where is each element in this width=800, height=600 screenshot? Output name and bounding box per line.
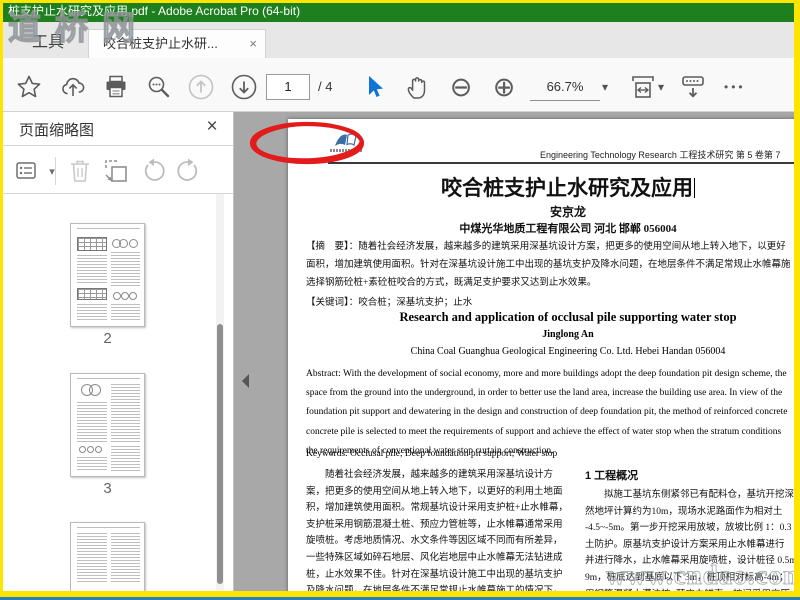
section-heading-1: 1 工程概况 (585, 470, 639, 482)
article-affiliation-en: China Coal Guanghua Geological Engineeri… (410, 346, 726, 357)
acrobat-window: 桩支护止水研究及应用.pdf - Adobe Acrobat Pro (64-b… (0, 0, 800, 600)
search-icon[interactable] (144, 72, 174, 102)
panel-collapse-icon[interactable] (237, 368, 252, 394)
article-author-en: Jinglong An (542, 329, 594, 340)
tab-document-label: 咬合桩支护止水研... (103, 36, 218, 51)
tab-bar: 工具 咬合桩支护止水研... × (0, 22, 800, 58)
keywords-cn: 【关键词】：咬合桩；深基坑支护；止水 (306, 298, 473, 308)
zoom-out-icon[interactable]: ⊖ (446, 72, 476, 102)
fit-dropdown-caret-icon[interactable]: ▾ (658, 74, 664, 101)
select-tool-cursor-icon[interactable] (360, 72, 390, 102)
main-toolbar: 1 / 4 ⊖ ⊕ 66.7% ▾ ▾ ••• (0, 58, 800, 165)
thumbnail-options-icon[interactable] (15, 158, 41, 184)
zoom-level-value[interactable]: 66.7% (530, 74, 600, 101)
journal-logo-caption (330, 149, 362, 152)
fit-width-icon[interactable] (628, 72, 658, 102)
article-affiliation: 中煤光华地质工程有限公司 河北 邯郸 056004 (459, 223, 677, 235)
abstract-en: Abstract: With the development of social… (306, 369, 788, 456)
panel-close-icon[interactable]: × (201, 116, 223, 138)
thumbnail-page-2-label: 2 (103, 330, 112, 347)
thumbnail-page-4[interactable] (70, 522, 145, 591)
panel-header: 页面缩略图 × (3, 112, 233, 146)
share-cloud-upload-icon[interactable] (58, 72, 88, 102)
article-author: 安京龙 (549, 205, 586, 219)
text-cursor (694, 178, 695, 198)
document-viewport: Engineering Technology Research 工程技术研究 第… (234, 112, 800, 591)
panel-toolbar: ▾ (3, 147, 233, 194)
tab-tools[interactable]: 工具 (12, 28, 84, 58)
thumbnail-list: 2 3 (3, 194, 233, 591)
body-column-left: 随着社会经济发展，越来越多的建筑采用深基坑设计方 案，把更多的使用空间从地上转入… (306, 470, 568, 591)
keywords-en: Keywords: Occlusal pile; Deep foundation… (306, 449, 558, 459)
zoom-dropdown-caret-icon[interactable]: ▾ (602, 74, 608, 101)
panel-title: 页面缩略图 (19, 122, 95, 139)
window-title: 桩支护止水研究及应用.pdf - Adobe Acrobat Pro (64-b… (8, 4, 301, 18)
next-page-icon[interactable] (229, 72, 259, 102)
header-rule (328, 162, 800, 164)
delete-pages-trash-icon (67, 158, 93, 184)
sidebar-scrollbar-thumb[interactable] (217, 324, 223, 584)
thumbnail-page-3[interactable] (70, 373, 145, 477)
journal-header: Engineering Technology Research 工程技术研究 第… (540, 150, 781, 160)
hand-tool-icon[interactable] (402, 72, 432, 102)
collapse-toolbar-icon[interactable] (678, 72, 708, 102)
thumbnail-page-2[interactable] (70, 223, 145, 327)
journal-logo-icon (335, 133, 357, 147)
article-title-en: Research and application of occlusal pil… (399, 310, 737, 324)
insert-pages-icon[interactable] (103, 158, 129, 184)
body-column-right: 拟施工基坑东侧紧邻已有配料仓，基坑开挖深 然地坪计算约为10m，现场水泥路面作为… (585, 490, 797, 591)
page-number-input[interactable]: 1 (266, 74, 310, 100)
pdf-page-1: Engineering Technology Research 工程技术研究 第… (288, 119, 800, 591)
tab-close-icon[interactable]: × (249, 30, 257, 58)
options-caret-icon[interactable]: ▾ (39, 158, 65, 184)
page-thumbnails-panel: 页面缩略图 × ▾ 2 3 (3, 112, 233, 591)
tab-document[interactable]: 咬合桩支护止水研... × (88, 29, 266, 58)
thumbnail-page-3-label: 3 (103, 480, 112, 497)
print-icon[interactable] (101, 72, 131, 102)
panel-divider (233, 112, 234, 591)
favorites-star-icon[interactable] (14, 72, 44, 102)
window-titlebar: 桩支护止水研究及应用.pdf - Adobe Acrobat Pro (64-b… (0, 0, 800, 22)
abstract-cn: 【摘 要】：随着社会经济发展，越来越多的建筑采用深基坑设计方案，把更多的使用空间… (306, 242, 791, 289)
toolbar-separator (55, 157, 56, 185)
page-count-label: / 4 (318, 79, 333, 94)
rotate-right-icon (175, 158, 201, 184)
more-tools-icon[interactable]: ••• (724, 72, 746, 102)
sidebar-scrollbar[interactable] (216, 194, 224, 591)
zoom-in-icon[interactable]: ⊕ (489, 72, 519, 102)
rotate-left-icon (141, 158, 167, 184)
previous-page-icon (186, 72, 216, 102)
article-title: 咬合桩支护止水研究及应用 (441, 177, 695, 200)
